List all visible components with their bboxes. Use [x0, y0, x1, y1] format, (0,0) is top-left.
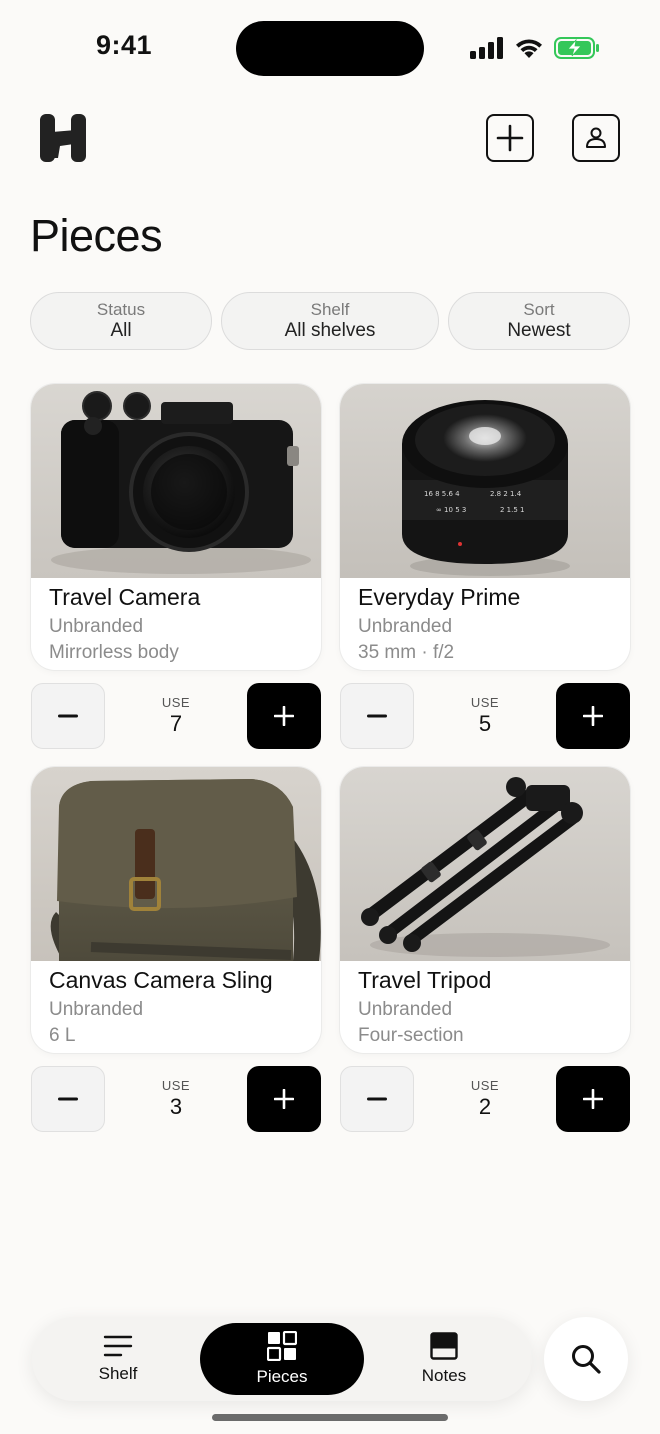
status-time: 9:41	[96, 30, 153, 60]
svg-text:2 1.5 1: 2 1.5 1	[500, 506, 525, 514]
piece-title: Travel Tripod	[358, 967, 492, 993]
tripod-photo	[340, 767, 630, 961]
tab-shelf-label: Shelf	[98, 1364, 138, 1383]
piece-spec: 35 mm · f/2	[358, 642, 455, 663]
svg-text:2.8 2 1.4: 2.8 2 1.4	[490, 490, 522, 498]
status-bar: 9:41	[0, 0, 660, 96]
increment-button[interactable]	[556, 1066, 630, 1132]
increment-button[interactable]	[247, 683, 321, 749]
tab-notes[interactable]: Notes	[394, 1317, 494, 1401]
plus-icon	[274, 1089, 294, 1109]
piece-spec: Four-section	[358, 1025, 464, 1046]
sort-filter[interactable]: Sort Newest	[448, 292, 630, 350]
piece-title: Canvas Camera Sling	[49, 967, 273, 993]
status-filter-label: Status	[96, 300, 146, 320]
tab-bar: Shelf Pieces Notes	[32, 1317, 532, 1401]
tab-pieces[interactable]: Pieces	[200, 1323, 364, 1395]
piece-title: Everyday Prime	[358, 584, 521, 610]
sort-filter-label: Sort	[523, 300, 555, 320]
use-counter: USE 3	[31, 1066, 321, 1132]
increment-button[interactable]	[556, 683, 630, 749]
piece-card[interactable]: 16 8 5.6 4 2.8 2 1.4 ∞ 10 5 3 2 1.5 1 Ever…	[340, 384, 630, 670]
piece-card[interactable]: Travel Tripod Unbranded Four-section	[340, 767, 630, 1053]
piece-title: Travel Camera	[49, 584, 201, 610]
tab-pieces-label: Pieces	[256, 1367, 308, 1386]
status-filter[interactable]: Status All	[30, 292, 212, 350]
camera-photo	[31, 384, 321, 578]
piece-brand: Unbranded	[358, 999, 453, 1020]
svg-text:16 8 5.6 4: 16 8 5.6 4	[424, 490, 460, 498]
app-logo	[40, 114, 86, 162]
plus-icon	[583, 1089, 603, 1109]
increment-button[interactable]	[247, 1066, 321, 1132]
bag-photo	[31, 767, 321, 961]
piece-spec: Mirrorless body	[49, 642, 179, 663]
piece-brand: Unbranded	[358, 616, 453, 637]
tab-notes-label: Notes	[421, 1366, 467, 1385]
grid-icon	[267, 1331, 297, 1361]
sort-filter-value: Newest	[507, 319, 571, 341]
use-counter: USE 5	[340, 683, 630, 749]
shelf-filter[interactable]: Shelf All shelves	[221, 292, 439, 350]
plus-icon	[496, 124, 524, 152]
piece-card[interactable]: Canvas Camera Sling Unbranded 6 L	[31, 767, 321, 1053]
wifi-icon	[516, 39, 542, 58]
status-icons	[470, 33, 600, 63]
battery-charging-icon	[554, 37, 599, 59]
shelf-filter-value: All shelves	[284, 319, 376, 341]
piece-brand: Unbranded	[49, 616, 144, 637]
note-icon	[430, 1332, 458, 1360]
status-filter-value: All	[110, 319, 132, 341]
person-icon	[586, 127, 606, 148]
svg-text:∞ 10 5 3: ∞ 10 5 3	[436, 506, 466, 514]
search-button[interactable]	[544, 1317, 628, 1401]
plus-icon	[274, 706, 294, 726]
page-title: Pieces	[30, 210, 163, 261]
dynamic-island	[236, 21, 424, 76]
piece-spec: 6 L	[49, 1025, 76, 1046]
use-counter: USE 2	[340, 1066, 630, 1132]
tab-shelf[interactable]: Shelf	[68, 1317, 168, 1401]
home-indicator	[212, 1414, 448, 1421]
plus-icon	[583, 706, 603, 726]
lens-photo: 16 8 5.6 4 2.8 2 1.4 ∞ 10 5 3 2 1.5 1	[340, 384, 630, 578]
piece-brand: Unbranded	[49, 999, 144, 1020]
use-counter: USE 7	[31, 683, 321, 749]
piece-card[interactable]: Travel Camera Unbranded Mirrorless body	[31, 384, 321, 670]
shelf-filter-label: Shelf	[310, 300, 350, 320]
profile-button[interactable]	[572, 114, 620, 162]
search-icon	[572, 1345, 601, 1374]
add-piece-button[interactable]	[486, 114, 534, 162]
list-icon	[103, 1335, 133, 1357]
cellular-signal-icon	[470, 37, 503, 59]
